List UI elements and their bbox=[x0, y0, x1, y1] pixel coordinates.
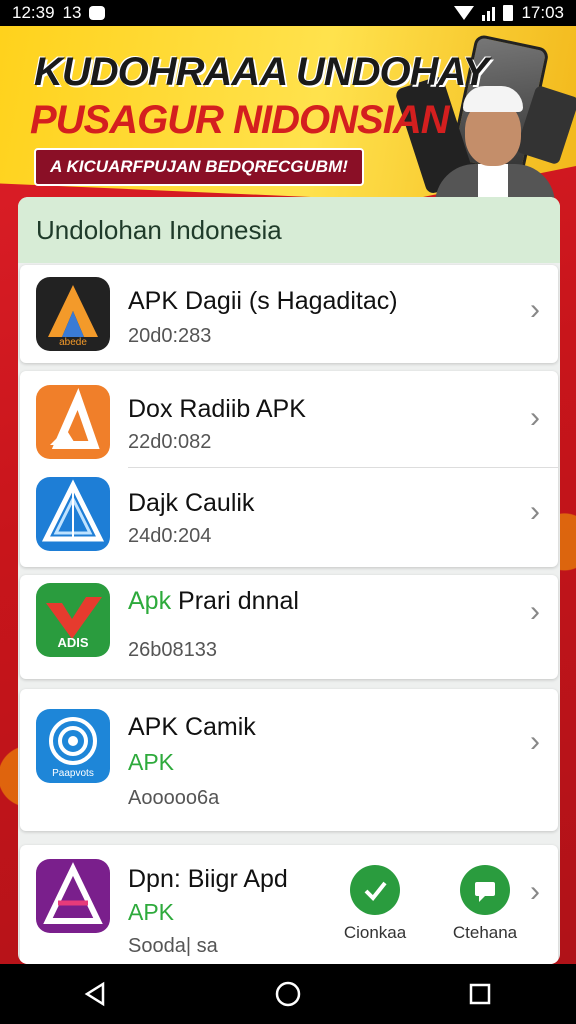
orange-triangle-icon bbox=[36, 385, 110, 459]
status-time-left: 12:39 bbox=[12, 3, 55, 22]
chevron-right-icon: › bbox=[530, 875, 540, 908]
app-type: APK bbox=[128, 899, 175, 925]
chevron-right-icon: › bbox=[530, 293, 540, 326]
app-version: 26b08133 bbox=[128, 639, 217, 661]
list-item[interactable]: abede APK Dagii (s Hagaditac) 20d0:283 › bbox=[20, 265, 558, 363]
app-name: Prari dnnal bbox=[178, 587, 299, 615]
banner-subtitle: PUSAGUR NIDONSIAN bbox=[30, 98, 450, 142]
carrier-icon: 13 bbox=[62, 3, 82, 22]
back-icon[interactable] bbox=[81, 979, 111, 1009]
chevron-right-icon: › bbox=[530, 725, 540, 758]
app-name[interactable]: Dajk Caulik bbox=[128, 489, 254, 518]
svg-text:Paapvots: Paapvots bbox=[52, 768, 94, 779]
person-image bbox=[430, 80, 560, 209]
svg-text:ADIS: ADIS bbox=[57, 635, 88, 650]
app-version: 22d0:082 bbox=[128, 431, 212, 453]
app-version: 24d0:204 bbox=[128, 525, 212, 547]
navigation-bar bbox=[0, 964, 576, 1024]
app-name: APK Dagii (s Hagaditac) bbox=[128, 287, 398, 315]
app-name: APK Camik bbox=[128, 713, 256, 741]
purple-a-icon bbox=[36, 859, 110, 933]
wifi-icon bbox=[454, 6, 475, 20]
home-icon[interactable] bbox=[273, 979, 303, 1009]
app-version: Aooooo6a bbox=[128, 787, 220, 809]
chevron-right-icon: › bbox=[530, 595, 540, 628]
notification-icon bbox=[89, 6, 106, 20]
banner-title: KUDOHRAAA UNDOHAY bbox=[34, 50, 489, 94]
triangle-a-icon: abede bbox=[36, 277, 110, 351]
spiral-icon: Paapvots bbox=[36, 709, 110, 783]
signal-icon bbox=[482, 5, 496, 21]
app-name: Dpn: Biigr Apd bbox=[128, 865, 288, 893]
status-time-right: 17:03 bbox=[521, 3, 564, 22]
list-item[interactable]: Paapvots APK Camik APK Aooooo6a › bbox=[20, 689, 558, 831]
quick-action-contact[interactable]: Cionkaa bbox=[330, 865, 420, 943]
banner-tagline[interactable]: A KICUARFPUJAN BEDQRECGUBM! bbox=[34, 148, 364, 186]
chevron-right-icon: › bbox=[530, 495, 540, 528]
app-version: 20d0:283 bbox=[128, 325, 212, 347]
battery-icon bbox=[503, 5, 514, 21]
app-name-prefix: Apk bbox=[128, 587, 172, 615]
recents-icon[interactable] bbox=[465, 979, 495, 1009]
status-bar: 12:39 13 17:03 bbox=[0, 0, 576, 26]
check-chat-icon bbox=[350, 865, 400, 915]
green-v-icon: ADIS bbox=[36, 583, 110, 657]
chevron-right-icon: › bbox=[530, 401, 540, 434]
list-group: Dox Radiib APK 22d0:082 › Dajk Caulik 24… bbox=[20, 371, 558, 567]
message-icon bbox=[460, 865, 510, 915]
quick-action-label: Cionkaa bbox=[343, 923, 407, 942]
list-item[interactable]: ADIS Apk Prari dnnal 26b08133 › bbox=[20, 575, 558, 679]
quick-action-label: Ctehana bbox=[452, 923, 518, 942]
crystal-triangle-icon bbox=[36, 477, 110, 551]
app-name-line: Apk Prari dnnal bbox=[128, 587, 299, 616]
app-version: Sooda| sa bbox=[128, 935, 218, 957]
list-item[interactable]: Dpn: Biigr Apd APK Sooda| sa › Cionkaa C… bbox=[20, 845, 558, 964]
app-list-panel: Undolohan Indonesia abede APK Dagii (s H… bbox=[18, 197, 560, 964]
quick-action-message[interactable]: Ctehana bbox=[440, 865, 530, 943]
divider bbox=[128, 467, 558, 468]
svg-text:abede: abede bbox=[59, 337, 87, 348]
app-type: APK bbox=[128, 749, 175, 775]
panel-title: Undolohan Indonesia bbox=[18, 197, 560, 263]
app-name[interactable]: Dox Radiib APK bbox=[128, 395, 306, 424]
